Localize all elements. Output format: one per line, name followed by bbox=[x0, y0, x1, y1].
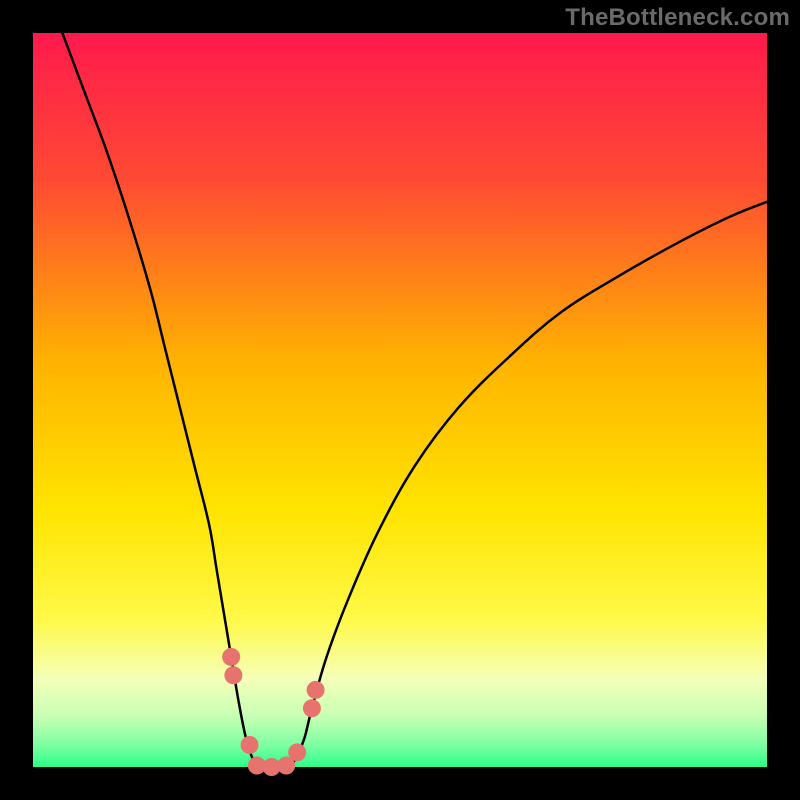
plot-background bbox=[33, 33, 767, 767]
chart-root: TheBottleneck.com bbox=[0, 0, 800, 800]
bottleneck-chart bbox=[0, 0, 800, 800]
marker-point bbox=[307, 681, 325, 699]
watermark-text: TheBottleneck.com bbox=[565, 4, 790, 32]
marker-point bbox=[288, 743, 306, 761]
marker-point bbox=[222, 648, 240, 666]
marker-point bbox=[303, 699, 321, 717]
marker-point bbox=[241, 736, 259, 754]
marker-point bbox=[224, 666, 242, 684]
